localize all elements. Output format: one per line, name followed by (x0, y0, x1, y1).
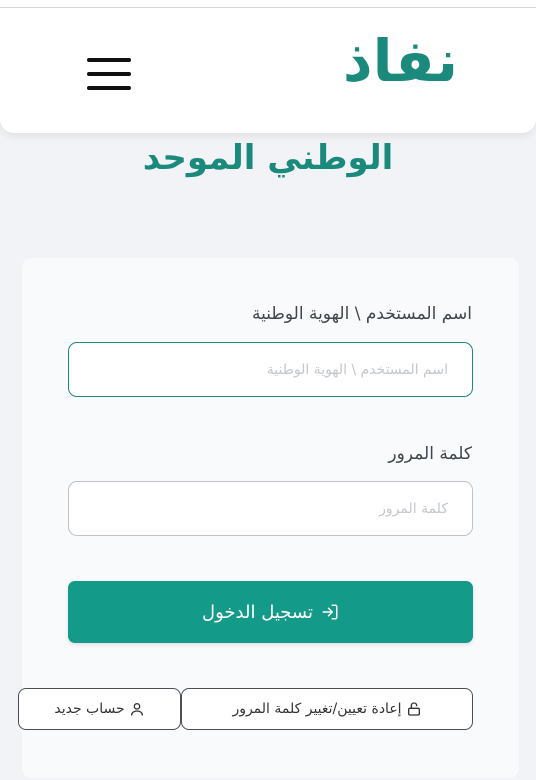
nafath-logo: نفاذ (342, 27, 459, 95)
login-button-label: تسجيل الدخول (202, 601, 313, 623)
user-icon (129, 701, 145, 717)
status-bar-edge (0, 0, 536, 8)
reset-password-button[interactable]: إعادة تعيين/تغيير كلمة المرور (181, 688, 473, 730)
header-bar: نفاذ (0, 8, 536, 133)
username-label: اسم المستخدم \ الهوية الوطنية (251, 304, 472, 324)
page-subtitle: الوطني الموحد (142, 138, 394, 178)
new-account-label: حساب جديد (54, 701, 125, 717)
password-input[interactable] (68, 481, 473, 536)
sign-in-icon (321, 603, 339, 621)
lock-icon (406, 701, 422, 717)
hamburger-menu-icon[interactable] (84, 54, 134, 94)
reset-password-label: إعادة تعيين/تغيير كلمة المرور (232, 701, 402, 717)
username-input[interactable] (68, 342, 473, 397)
login-button[interactable]: تسجيل الدخول (68, 581, 473, 643)
password-label: كلمة المرور (388, 444, 472, 464)
new-account-button[interactable]: حساب جديد (18, 688, 181, 730)
